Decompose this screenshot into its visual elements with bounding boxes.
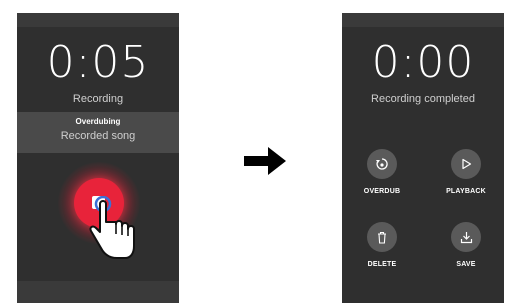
trash-icon xyxy=(367,222,397,252)
bottom-bar xyxy=(17,281,179,303)
recording-completed-screen: 0:00 Recording completed OVERDUB PLAYBAC… xyxy=(342,13,504,303)
playback-button[interactable]: PLAYBACK xyxy=(436,149,496,195)
tap-hand-icon xyxy=(89,196,135,259)
overdub-banner: Overdubing Recorded song xyxy=(17,112,179,153)
tutorial-illustration: 0:05 Recording Overdubing Recorded song … xyxy=(0,0,510,303)
recording-screen: 0:05 Recording Overdubing Recorded song … xyxy=(17,13,179,303)
timer-display: 0:05 xyxy=(46,37,150,88)
save-button[interactable]: SAVE xyxy=(436,222,496,268)
save-icon xyxy=(451,222,481,252)
overdub-icon xyxy=(367,149,397,179)
overdub-title: Overdubing xyxy=(75,117,121,126)
delete-button[interactable]: DELETE xyxy=(352,222,412,268)
playback-label: PLAYBACK xyxy=(446,188,486,195)
play-icon xyxy=(451,149,481,179)
arrow-right-icon xyxy=(244,147,286,175)
song-name: Recorded song xyxy=(60,130,136,142)
save-label: SAVE xyxy=(456,261,476,268)
recording-status: Recording completed xyxy=(371,93,475,105)
delete-label: DELETE xyxy=(367,261,397,268)
overdub-button[interactable]: OVERDUB xyxy=(352,149,412,195)
timer-display: 0:00 xyxy=(371,37,475,88)
overdub-label: OVERDUB xyxy=(363,188,401,195)
recording-status: Recording xyxy=(72,93,124,105)
